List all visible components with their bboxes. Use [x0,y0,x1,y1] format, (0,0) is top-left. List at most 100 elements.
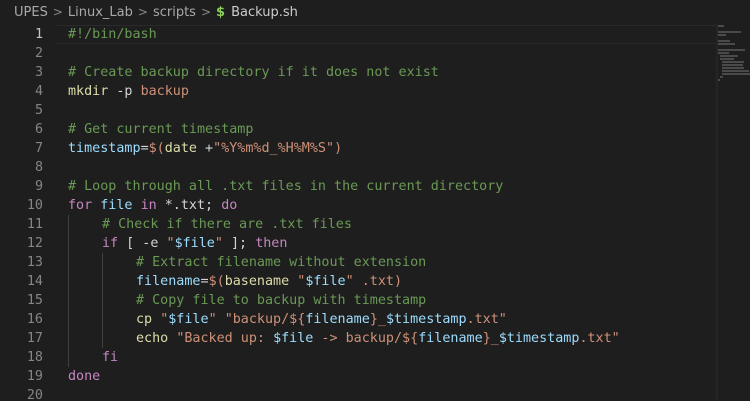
code-token: " [214,236,223,251]
code-token: }_ [369,312,386,327]
minimap-line [718,52,729,54]
minimap[interactable] [718,25,750,81]
code-line[interactable]: # Copy file to backup with timestamp [68,291,720,310]
breadcrumb-item-scripts[interactable]: scripts [153,5,196,20]
code-token: *.txt; [156,198,222,213]
code-token: + [197,141,214,156]
code-token: fi [102,350,119,365]
code-token: .txt" [466,312,507,327]
code-token: .txt" [579,331,620,346]
line-number[interactable]: 7 [0,139,58,158]
code-token: mkdir [68,84,109,99]
indent-guide [102,291,136,310]
indent-guide [102,272,136,291]
code-token: done [68,369,101,384]
breadcrumb: UPES > Linux_Lab > scripts > $ Backup.sh [0,0,750,24]
code-token: " [208,312,217,327]
code-token: }_ [482,331,499,346]
code-line[interactable]: fi [68,348,720,367]
code-token: -> backup/${ [313,331,419,346]
line-number[interactable]: 14 [0,272,58,291]
code-token: filename [305,312,370,327]
code-line[interactable]: #!/bin/bash [56,25,722,44]
line-number[interactable]: 19 [0,367,58,386]
indent-guide [68,272,102,291]
code-line[interactable]: timestamp=$(date +"%Y%m%d_%H%M%S") [68,139,720,158]
line-number[interactable]: 16 [0,310,58,329]
line-number[interactable]: 12 [0,234,58,253]
code-line[interactable] [68,44,720,63]
minimap-line [718,49,745,51]
code-line[interactable] [68,158,720,177]
line-number[interactable]: 10 [0,196,58,215]
line-number[interactable]: 17 [0,329,58,348]
chevron-right-icon: > [52,5,63,19]
line-number[interactable]: 2 [0,44,58,63]
indent-guide [102,310,136,329]
line-number[interactable]: 5 [0,101,58,120]
code-token: # Check if there are .txt files [102,217,352,232]
code-line[interactable]: # Extract filename without extension [68,253,720,272]
code-line[interactable]: mkdir -p backup [68,82,720,101]
code-text-area[interactable]: #!/bin/bash # Create backup directory if … [56,25,722,401]
code-line[interactable]: # Get current timestamp [68,120,720,139]
line-number[interactable]: 11 [0,215,58,234]
line-number[interactable]: 18 [0,348,58,367]
minimap-line [722,67,744,69]
breadcrumb-item-linux-lab[interactable]: Linux_Lab [68,5,133,20]
code-token: in [140,198,157,213]
code-token: filename [136,274,201,289]
code-line[interactable]: # Check if there are .txt files [68,215,720,234]
line-number[interactable]: 20 [0,386,58,401]
line-number[interactable]: 9 [0,177,58,196]
minimap-line [718,34,726,36]
code-line[interactable] [68,101,720,120]
code-line[interactable] [68,386,720,401]
line-number[interactable]: 3 [0,63,58,82]
breadcrumb-item-file[interactable]: Backup.sh [231,5,298,20]
line-number-gutter[interactable]: 1 2 3 4 5 6 7 8 9 10 11 12 13 14 15 16 17 18 19 20 [0,25,58,401]
code-token: # Extract filename without extension [136,255,427,270]
breadcrumb-item-upes[interactable]: UPES [14,5,48,20]
code-token: filename [418,331,483,346]
indent-guide [68,310,102,329]
code-token: $file [305,274,346,289]
line-number[interactable]: 15 [0,291,58,310]
code-line[interactable]: if [ -e "$file" ]; then [68,234,720,253]
minimap-line [720,55,738,57]
code-token: .txt) [361,274,403,289]
minimap-line [718,40,730,42]
shell-script-icon: $ [216,4,226,20]
line-number[interactable]: 6 [0,120,58,139]
code-token: $timestamp [385,312,467,327]
line-number[interactable]: 13 [0,253,58,272]
code-line[interactable]: # Create backup directory if it does not… [68,63,720,82]
code-token: then [255,236,288,251]
code-token: # Copy file to backup with timestamp [136,293,427,308]
code-token: echo [136,331,169,346]
code-token: date [164,141,197,156]
indent-guide [68,253,102,272]
code-token: timestamp [68,141,141,156]
line-number[interactable]: 4 [0,82,58,101]
indent-guide [68,348,102,367]
chevron-right-icon: > [137,5,148,19]
code-line[interactable]: # Loop through all .txt files in the cur… [68,177,720,196]
code-token: file [100,198,133,213]
code-line[interactable]: filename=$(basename "$file" .txt) [68,272,720,291]
code-token: ) [334,141,343,156]
code-line[interactable]: done [68,367,720,386]
code-line[interactable]: cp "$file" "backup/${filename}_$timestam… [68,310,720,329]
code-line[interactable]: for file in *.txt; do [68,196,720,215]
code-token: "%Y%m%d_%H%M%S" [213,141,335,156]
code-token: backup [140,84,189,99]
line-number[interactable]: 8 [0,158,58,177]
line-number[interactable]: 1 [0,25,58,44]
code-editor[interactable]: UPES > Linux_Lab > scripts > $ Backup.sh… [0,0,750,401]
minimap-line [720,58,734,60]
code-line[interactable]: echo "Backed up: $file -> backup/${filen… [68,329,720,348]
indent-guide [68,291,102,310]
code-token: cp [136,312,153,327]
code-token: " [345,274,354,289]
